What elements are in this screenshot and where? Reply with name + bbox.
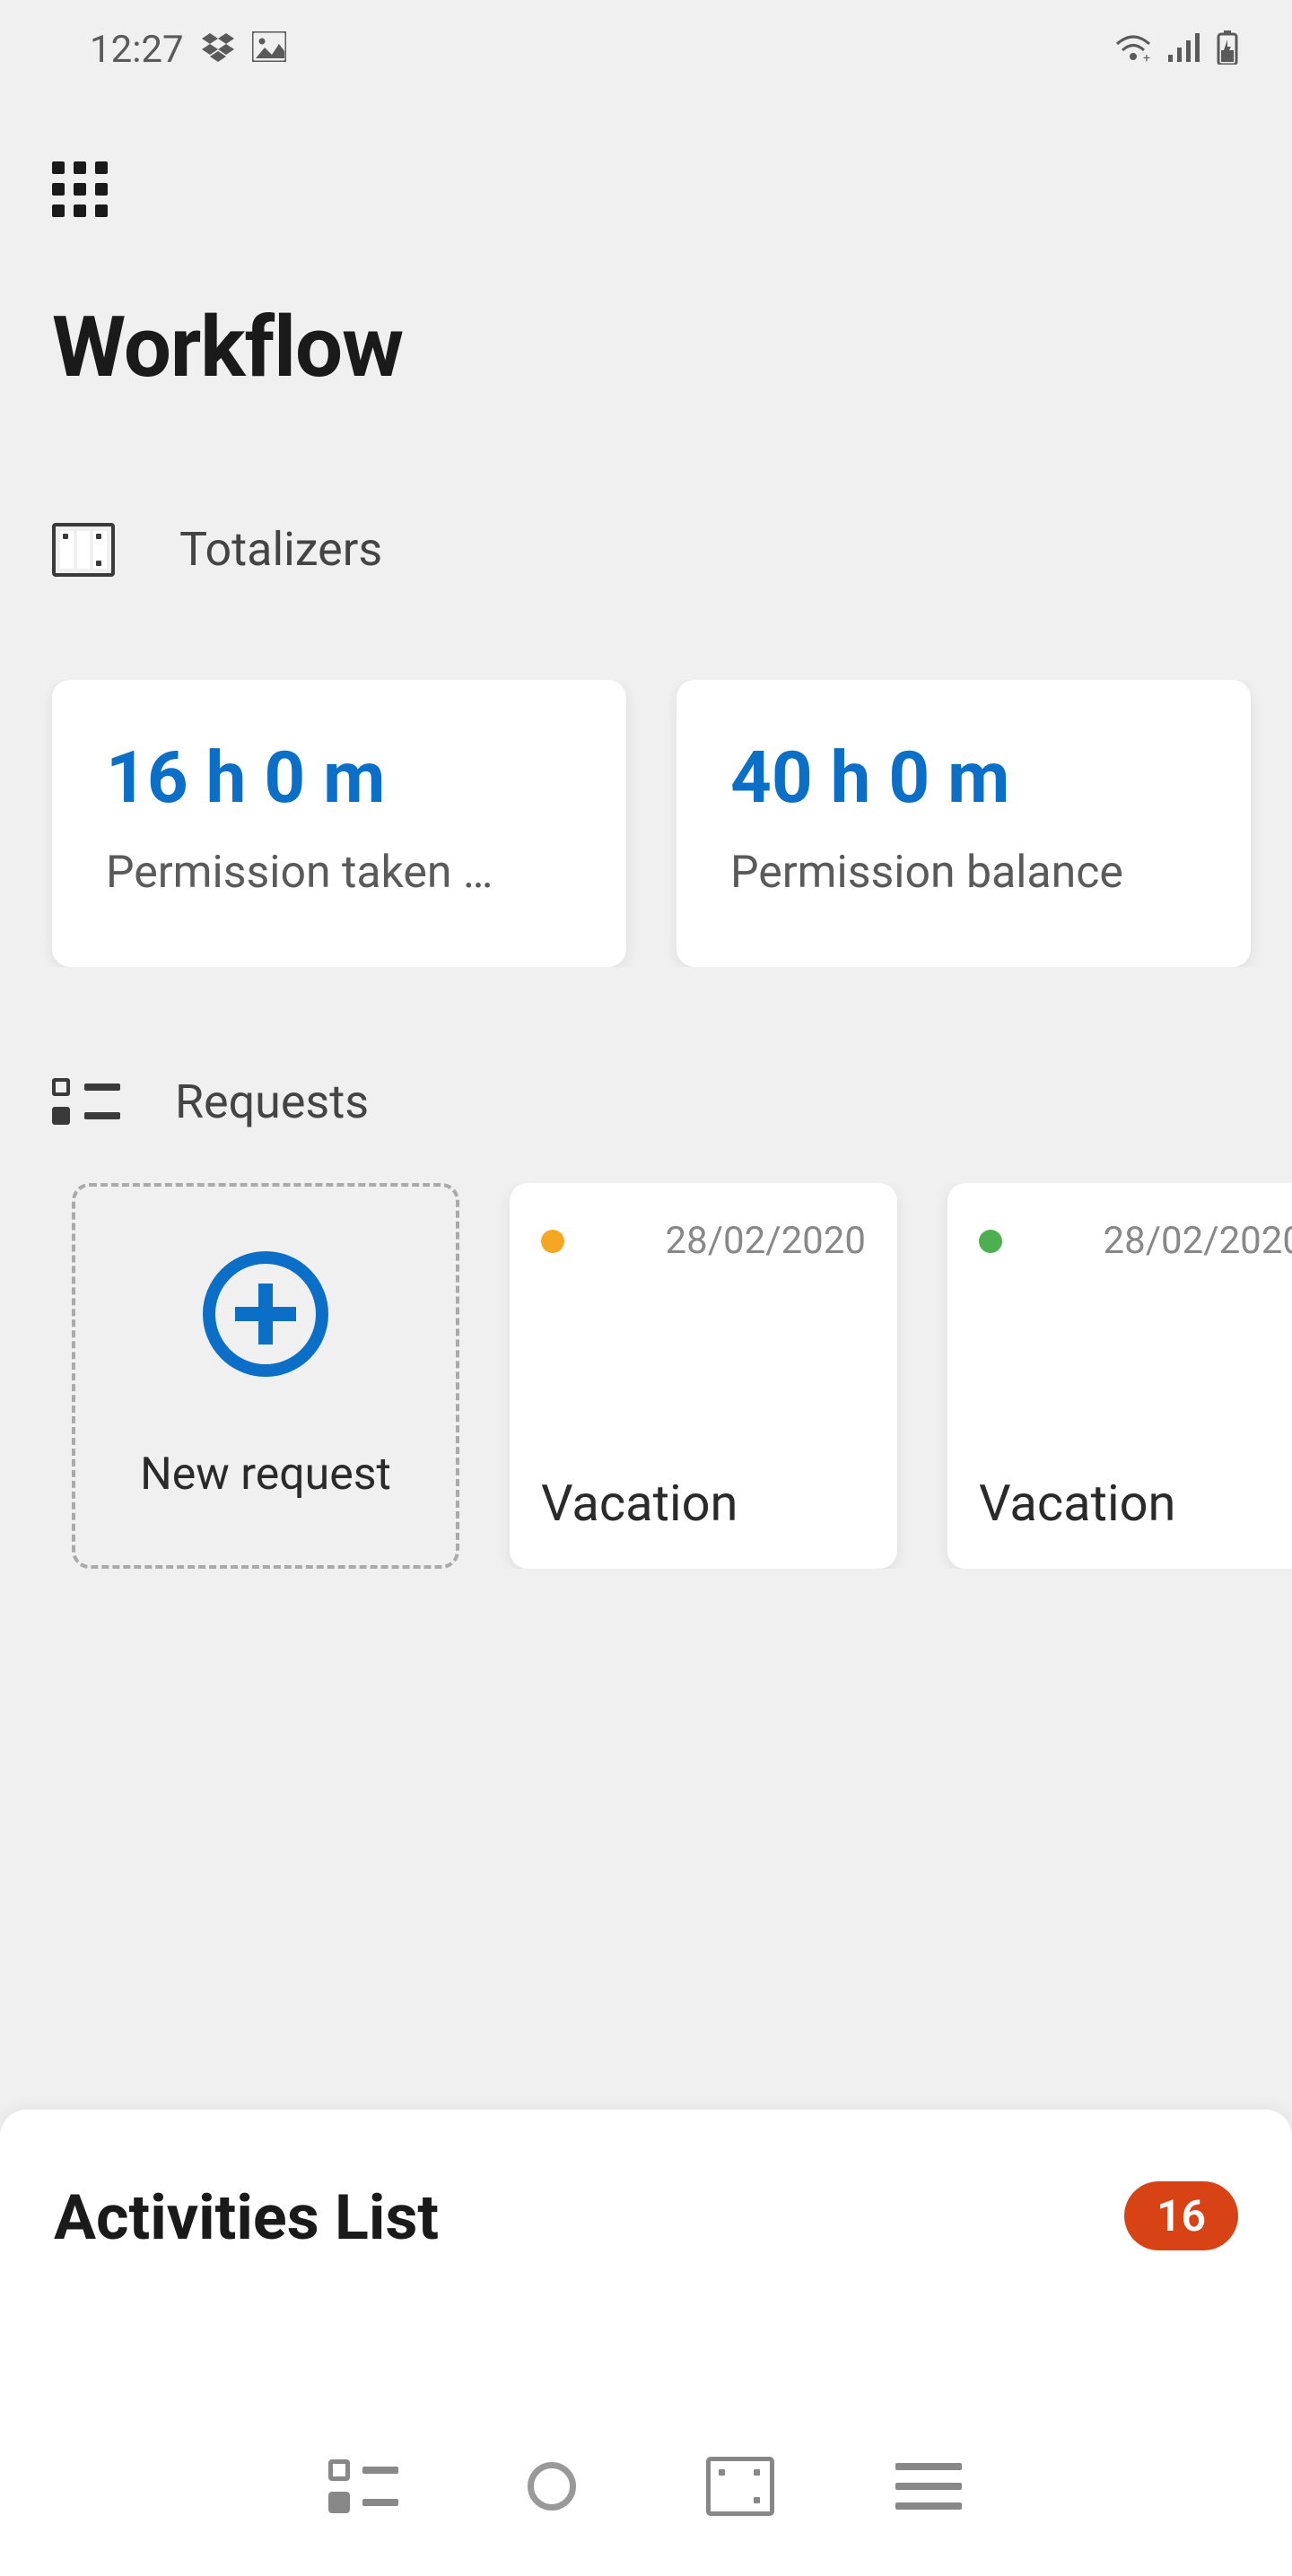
requests-icon xyxy=(328,2459,398,2513)
svg-text:+: + xyxy=(1143,51,1150,62)
totalizer-value: 40 h 0 m xyxy=(730,735,1197,820)
totalizer-label: Permission balance xyxy=(730,847,1197,899)
request-card[interactable]: 28/02/2020 Vacation xyxy=(947,1183,1292,1569)
battery-icon xyxy=(1217,30,1238,68)
request-date: 28/02/2020 xyxy=(1104,1219,1292,1263)
totalizer-card[interactable]: 16 h 0 m Permission taken … xyxy=(52,680,626,967)
hamburger-icon xyxy=(895,2463,962,2510)
status-right: + xyxy=(1114,30,1238,68)
totalizers-icon xyxy=(52,523,115,577)
dropbox-icon xyxy=(202,28,234,72)
requests-row[interactable]: New request 28/02/2020 Vacation 28/02/20… xyxy=(0,1183,1292,1569)
totalizers-icon xyxy=(706,2457,774,2516)
status-dot xyxy=(979,1230,1002,1253)
request-card[interactable]: 28/02/2020 Vacation xyxy=(510,1183,897,1569)
wifi-icon: + xyxy=(1114,33,1152,65)
new-request-label: New request xyxy=(140,1449,391,1501)
status-left: 12:27 xyxy=(90,28,286,72)
totalizer-label: Permission taken … xyxy=(106,847,572,899)
activities-badge: 16 xyxy=(1124,2181,1238,2250)
totalizers-label: Totalizers xyxy=(179,522,382,577)
totalizers-row[interactable]: 16 h 0 m Permission taken … 40 h 0 m Per… xyxy=(0,680,1292,967)
request-title: Vacation xyxy=(979,1474,1292,1533)
nav-menu[interactable] xyxy=(893,2450,965,2522)
totalizer-card[interactable]: 40 h 0 m Permission balance xyxy=(677,680,1251,967)
status-bar: 12:27 + xyxy=(0,0,1292,99)
activities-title: Activities List xyxy=(54,2181,439,2255)
nav-totalizers[interactable] xyxy=(704,2450,776,2522)
request-date: 28/02/2020 xyxy=(666,1219,867,1263)
signal-icon xyxy=(1168,33,1200,65)
page-title: Workflow xyxy=(52,298,1292,396)
circle-icon xyxy=(528,2462,576,2511)
status-dot xyxy=(541,1230,564,1253)
status-time: 12:27 xyxy=(90,28,184,72)
bottom-nav xyxy=(0,2397,1292,2576)
image-icon xyxy=(252,28,286,72)
activities-panel[interactable]: Activities List 16 xyxy=(0,2110,1292,2397)
requests-icon xyxy=(52,1078,110,1127)
totalizers-section-header: Totalizers xyxy=(52,522,1292,577)
apps-menu-icon[interactable] xyxy=(52,161,108,217)
totalizer-value: 16 h 0 m xyxy=(106,735,572,820)
plus-icon xyxy=(203,1251,328,1377)
requests-section-header: Requests xyxy=(52,1075,1292,1129)
nav-circle[interactable] xyxy=(516,2450,588,2522)
requests-label: Requests xyxy=(175,1075,369,1129)
new-request-button[interactable]: New request xyxy=(72,1183,459,1569)
request-title: Vacation xyxy=(541,1474,866,1533)
nav-requests[interactable] xyxy=(327,2450,399,2522)
